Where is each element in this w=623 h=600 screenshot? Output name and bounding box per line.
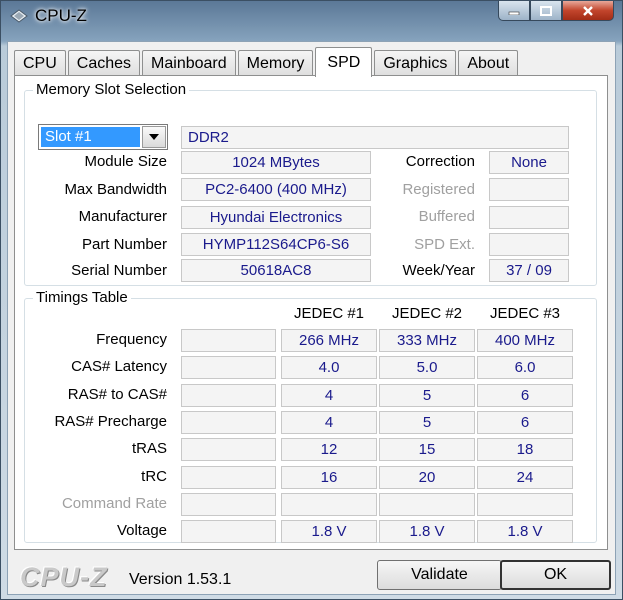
chevron-down-icon — [149, 134, 159, 140]
timing-value-cell: 24 — [477, 466, 573, 489]
timing-extra-cell — [181, 356, 276, 379]
timing-value-cell: 5 — [379, 384, 475, 407]
timing-value-cell: 6 — [477, 411, 573, 434]
window-title: CPU-Z — [35, 6, 87, 25]
timing-value-cell — [281, 493, 377, 516]
timing-extra-cell — [181, 493, 276, 516]
memory-slot-group: Memory Slot Selection Slot #1 DDR2 Modul… — [24, 81, 597, 286]
tab-bar: CPU Caches Mainboard Memory SPD Graphics… — [14, 46, 520, 77]
close-icon — [583, 5, 593, 16]
timing-value-cell: 333 MHz — [379, 329, 475, 352]
registered-label: Registered — [402, 181, 475, 198]
serial-number-field: 50618AC8 — [181, 259, 371, 282]
timing-value-cell: 266 MHz — [281, 329, 377, 352]
timing-value-cell: 20 — [379, 466, 475, 489]
timing-extra-cell — [181, 411, 276, 434]
spd-ext-field — [489, 233, 569, 256]
timing-row-label: Frequency — [96, 331, 167, 348]
buffered-field — [489, 206, 569, 229]
tab-caches[interactable]: Caches — [67, 50, 141, 76]
version-label: Version 1.53.1 — [129, 571, 232, 588]
slot-dropdown-button[interactable] — [142, 126, 166, 148]
buffered-label: Buffered — [418, 208, 475, 225]
cpu-z-window: CPU-Z CPU Caches Mainboard Memory SPD Gr… — [0, 0, 623, 600]
close-button[interactable] — [562, 1, 614, 21]
timing-value-cell — [379, 493, 475, 516]
timing-row-label: tRAS — [131, 440, 167, 457]
serial-number-label: Serial Number — [71, 262, 167, 279]
memory-slot-group-title: Memory Slot Selection — [33, 81, 190, 98]
client-area: CPU Caches Mainboard Memory SPD Graphics… — [7, 41, 616, 595]
manufacturer-label: Manufacturer — [78, 208, 167, 225]
timing-row-label: RAS# to CAS# — [67, 386, 167, 403]
timing-value-cell: 18 — [477, 438, 573, 461]
timing-row-label: Command Rate — [61, 495, 167, 512]
tab-mainboard[interactable]: Mainboard — [142, 50, 236, 76]
correction-label: Correction — [405, 153, 475, 170]
timing-row-label: tRC — [141, 468, 167, 485]
timing-value-cell: 1.8 V — [281, 520, 377, 543]
maximize-icon — [540, 5, 552, 16]
timing-value-cell: 400 MHz — [477, 329, 573, 352]
timing-value-cell: 6 — [477, 384, 573, 407]
jedec-2-header: JEDEC #2 — [391, 305, 463, 322]
timing-row-label: CAS# Latency — [71, 358, 167, 375]
manufacturer-field: Hyundai Electronics — [181, 206, 371, 229]
timing-value-cell: 6.0 — [477, 356, 573, 379]
tab-cpu[interactable]: CPU — [14, 50, 66, 76]
tab-about[interactable]: About — [458, 50, 519, 76]
cpu-z-logo: CPU-Z — [20, 562, 108, 592]
correction-field: None — [489, 151, 569, 174]
minimize-icon — [508, 11, 520, 15]
spd-ext-label: SPD Ext. — [414, 236, 475, 253]
timing-extra-cell — [181, 438, 276, 461]
timings-group-title: Timings Table — [33, 289, 131, 306]
timing-value-cell: 16 — [281, 466, 377, 489]
minimize-button[interactable] — [498, 1, 530, 21]
timing-value-cell: 1.8 V — [477, 520, 573, 543]
timing-row-label: RAS# Precharge — [54, 413, 167, 430]
timing-value-cell — [477, 493, 573, 516]
timing-value-cell: 15 — [379, 438, 475, 461]
timing-value-cell: 4.0 — [281, 356, 377, 379]
validate-button[interactable]: Validate — [377, 560, 502, 590]
timing-value-cell: 4 — [281, 384, 377, 407]
timing-extra-cell — [181, 520, 276, 543]
part-number-field: HYMP112S64CP6-S6 — [181, 233, 371, 256]
tab-memory[interactable]: Memory — [237, 50, 314, 76]
tab-spd[interactable]: SPD — [315, 47, 373, 77]
timing-value-cell: 4 — [281, 411, 377, 434]
title-bar[interactable]: CPU-Z — [1, 1, 622, 33]
memory-type-field: DDR2 — [181, 126, 569, 149]
part-number-label: Part Number — [81, 236, 167, 253]
registered-field — [489, 178, 569, 201]
week-year-field: 37 / 09 — [489, 259, 569, 282]
module-size-label: Module Size — [84, 153, 167, 170]
slot-select-value: Slot #1 — [41, 127, 140, 147]
timing-value-cell: 5 — [379, 411, 475, 434]
week-year-label: Week/Year — [402, 262, 475, 279]
spd-panel: Memory Slot Selection Slot #1 DDR2 Modul… — [14, 75, 608, 550]
timings-group: Timings Table JEDEC #1 JEDEC #2 JEDEC #3… — [24, 289, 597, 543]
timing-extra-cell — [181, 384, 276, 407]
jedec-3-header: JEDEC #3 — [489, 305, 561, 322]
timing-value-cell: 1.8 V — [379, 520, 475, 543]
timing-value-cell: 5.0 — [379, 356, 475, 379]
max-bandwidth-field: PC2-6400 (400 MHz) — [181, 178, 371, 201]
ok-button[interactable]: OK — [500, 560, 611, 590]
timing-row-label: Voltage — [116, 522, 167, 539]
tab-graphics[interactable]: Graphics — [374, 50, 457, 76]
slot-select[interactable]: Slot #1 — [38, 124, 168, 150]
timing-value-cell: 12 — [281, 438, 377, 461]
module-size-field: 1024 MBytes — [181, 151, 371, 174]
maximize-button[interactable] — [530, 1, 562, 21]
jedec-1-header: JEDEC #1 — [293, 305, 365, 322]
max-bandwidth-label: Max Bandwidth — [64, 181, 167, 198]
timing-extra-cell — [181, 466, 276, 489]
cpu-z-diamond-icon — [10, 9, 28, 23]
timing-extra-cell — [181, 329, 276, 352]
